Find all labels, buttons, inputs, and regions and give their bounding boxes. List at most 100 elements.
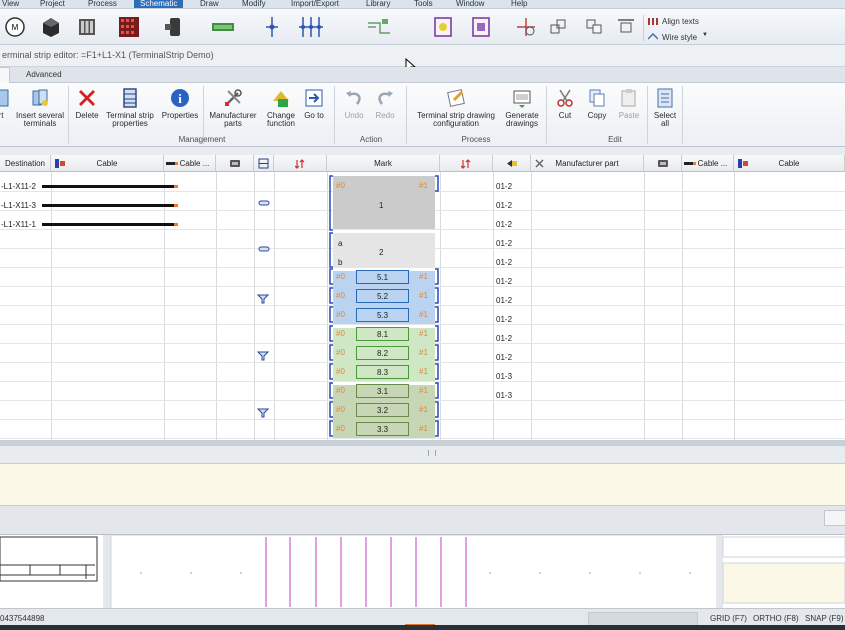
page-cell[interactable]: 01-2: [496, 334, 512, 343]
page-cell[interactable]: 01-2: [496, 220, 512, 229]
grid-toggle[interactable]: GRID (F7): [710, 614, 747, 623]
menu-process[interactable]: Process: [88, 0, 117, 8]
manufacturer-parts-button[interactable]: Manufacturer parts: [205, 87, 261, 128]
cut-button[interactable]: Cut: [551, 87, 579, 120]
undo-button[interactable]: Undo: [340, 87, 368, 120]
change-function-button[interactable]: Change function: [262, 87, 300, 128]
terminal-level-box[interactable]: 5.3: [356, 308, 409, 322]
wire: [42, 223, 174, 226]
bridge-icon: [258, 246, 270, 252]
destination-cell[interactable]: -L1-X11-2: [1, 182, 36, 191]
terminal-block-icon[interactable]: [116, 15, 142, 39]
page-cell[interactable]: 01-2: [496, 182, 512, 191]
cabinet-rail-icon[interactable]: [210, 15, 236, 39]
page-cell[interactable]: 01-2: [496, 277, 512, 286]
column-plug-icon-2[interactable]: [644, 155, 682, 172]
column-sort-right[interactable]: [440, 155, 493, 172]
tab-main[interactable]: [0, 67, 10, 83]
insert-label: rt: [0, 111, 4, 120]
select-all-button[interactable]: Select all: [650, 87, 680, 128]
menu-modify[interactable]: Modify: [242, 0, 266, 8]
menu-project[interactable]: Project: [40, 0, 65, 8]
move-icon[interactable]: [514, 15, 538, 39]
terminal-2-block[interactable]: [333, 233, 435, 267]
page-cell[interactable]: 01-3: [496, 372, 512, 381]
black-box-icon[interactable]: [40, 15, 62, 39]
page-cell[interactable]: 01-2: [496, 239, 512, 248]
redo-button[interactable]: Redo: [370, 87, 400, 120]
terminal-strip-drawing-config-button[interactable]: Terminal strip drawing configuration: [410, 87, 502, 128]
column-cable-wire-2[interactable]: Cable ...: [682, 155, 734, 172]
column-page[interactable]: [493, 155, 531, 172]
wire-style-dropdown[interactable]: Wire style: [662, 33, 697, 42]
column-plug-icon[interactable]: [216, 155, 254, 172]
align-texts-button[interactable]: Align texts: [662, 17, 699, 26]
align-icon[interactable]: [616, 15, 636, 39]
column-manufacturer-part[interactable]: Manufacturer part: [531, 155, 644, 172]
menu-draw[interactable]: Draw: [200, 0, 219, 8]
connector-icon[interactable]: [162, 15, 184, 39]
cut-label: Cut: [558, 111, 572, 120]
ortho-toggle[interactable]: ORTHO (F8): [753, 614, 799, 623]
menu-library[interactable]: Library: [366, 0, 390, 8]
terminal-level-box[interactable]: 5.2: [356, 289, 409, 303]
wire-node-icon[interactable]: [264, 15, 280, 39]
rotate-right-icon[interactable]: [584, 15, 604, 39]
terminal-level-box[interactable]: 8.2: [356, 346, 409, 360]
page-cell[interactable]: 01-2: [496, 353, 512, 362]
column-cable-2-label: Cable: [778, 159, 800, 168]
copy-icon: [589, 89, 605, 107]
plc-icon[interactable]: [76, 15, 98, 39]
terminal-mark[interactable]: 1: [379, 201, 383, 210]
cable-link-icon[interactable]: [366, 15, 392, 39]
page-cell[interactable]: 01-2: [496, 201, 512, 210]
insert-button[interactable]: rt: [0, 87, 10, 120]
go-to-label: Go to: [304, 111, 324, 120]
menu-schematic[interactable]: Schematic: [134, 0, 184, 8]
go-to-button[interactable]: Go to: [300, 87, 328, 120]
destination-cell[interactable]: -L1-X11-1: [1, 220, 36, 229]
delete-button[interactable]: Delete: [72, 87, 102, 120]
column-sort-left[interactable]: [274, 155, 327, 172]
rotate-left-icon[interactable]: [548, 15, 568, 39]
tab-advanced[interactable]: Advanced: [22, 67, 66, 83]
copy-button[interactable]: Copy: [582, 87, 612, 120]
terminal-bracket-icon: [435, 175, 439, 192]
terminal-level-box[interactable]: 5.1: [356, 270, 409, 284]
column-jumper-icon[interactable]: [254, 155, 274, 172]
symbol-insert-icon[interactable]: [432, 15, 454, 39]
page-cell[interactable]: 01-2: [496, 315, 512, 324]
column-destination[interactable]: Destination: [0, 155, 51, 172]
column-cable-2[interactable]: Cable: [734, 155, 845, 172]
menu-window[interactable]: Window: [456, 0, 484, 8]
generate-drawings-button[interactable]: Generate drawings: [502, 87, 542, 128]
terminal-level-box[interactable]: 3.1: [356, 384, 409, 398]
multi-wire-icon[interactable]: [298, 15, 324, 39]
terminal-strip-properties-button[interactable]: Terminal strip properties: [103, 87, 157, 128]
terminal-level-box[interactable]: 3.2: [356, 403, 409, 417]
page-cell[interactable]: 01-2: [496, 296, 512, 305]
menu-help[interactable]: Help: [511, 0, 527, 8]
motor-icon[interactable]: M: [4, 15, 26, 39]
terminal-level-box[interactable]: 8.3: [356, 365, 409, 379]
menu-tools[interactable]: Tools: [414, 0, 433, 8]
properties-button[interactable]: i Properties: [158, 87, 202, 120]
paste-button[interactable]: Paste: [614, 87, 644, 120]
macro-insert-icon[interactable]: [470, 15, 492, 39]
destination-cell[interactable]: -L1-X11-3: [1, 201, 36, 210]
insert-several-terminals-button[interactable]: Insert several terminals: [12, 87, 68, 128]
splitter[interactable]: [0, 446, 845, 464]
menu-import-export[interactable]: Import/Export: [291, 0, 339, 8]
terminal-level-box[interactable]: 3.3: [356, 422, 409, 436]
column-mark[interactable]: Mark: [327, 155, 440, 172]
page-cell[interactable]: 01-2: [496, 258, 512, 267]
terminal-level-box[interactable]: 8.1: [356, 327, 409, 341]
menu-view[interactable]: View: [2, 0, 19, 8]
preview-toggle-button[interactable]: [824, 510, 845, 526]
snap-toggle[interactable]: SNAP (F9): [805, 614, 844, 623]
page-cell[interactable]: 01-3: [496, 391, 512, 400]
terminal-mark[interactable]: 2: [379, 248, 383, 257]
splitter-grip[interactable]: [428, 450, 436, 456]
column-cable-wire[interactable]: Cable ...: [164, 155, 216, 172]
column-cable[interactable]: Cable: [51, 155, 164, 172]
